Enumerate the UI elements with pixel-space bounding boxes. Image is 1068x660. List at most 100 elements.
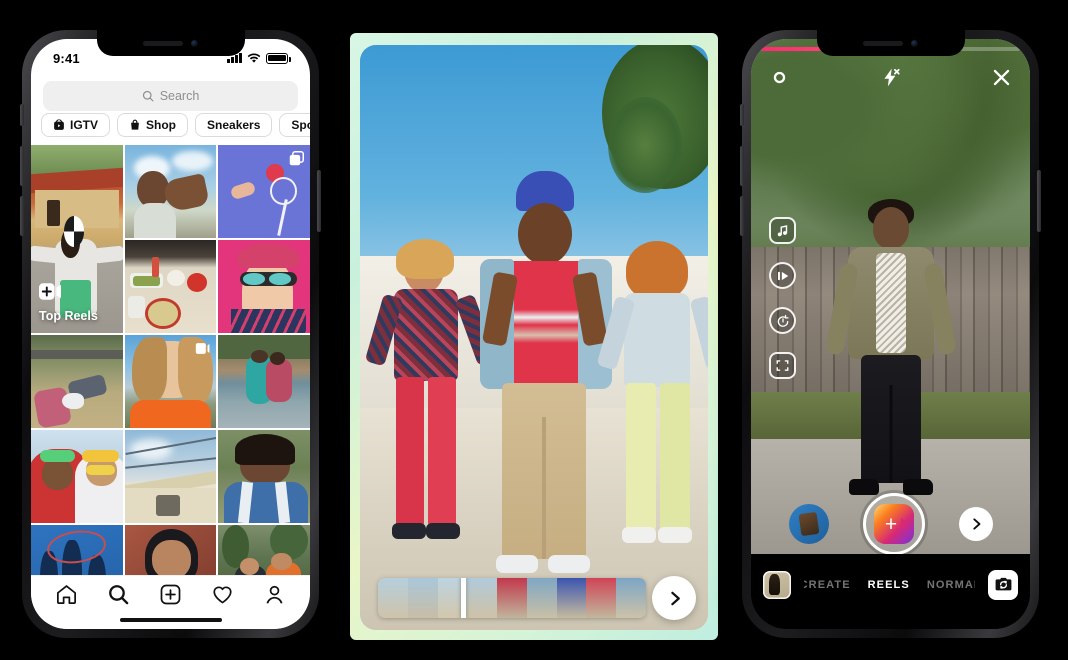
- grid-cell-house-roof-sky[interactable]: [124, 430, 217, 523]
- volume-up-button[interactable]: [740, 146, 744, 186]
- timeline-frame[interactable]: [556, 578, 587, 618]
- grid-cell-lacrosse-ball[interactable]: [218, 145, 310, 238]
- timeline-playhead[interactable]: [461, 578, 467, 618]
- chip-label: Sports: [291, 118, 310, 132]
- audio-icon[interactable]: [769, 217, 796, 244]
- timeline-frame[interactable]: [378, 578, 408, 618]
- top-reels-tag[interactable]: Top Reels: [39, 283, 98, 323]
- grid-cell-woman-hijab[interactable]: [124, 525, 217, 575]
- next-arrow-button[interactable]: [652, 576, 696, 620]
- next-arrow-button[interactable]: [958, 507, 993, 541]
- profile-icon[interactable]: [263, 583, 286, 611]
- mode-selector[interactable]: IVE CREATE REELS NORMAL BO: [804, 579, 975, 591]
- front-camera-icon: [911, 39, 918, 47]
- subject-head: [872, 207, 909, 250]
- phone-camera-screen: + IVE CREATE REELS: [751, 39, 1030, 629]
- timeline-frame[interactable]: [467, 578, 498, 618]
- notch: [96, 30, 245, 56]
- timeline-frame[interactable]: [497, 578, 527, 618]
- reels-video-card[interactable]: [360, 45, 708, 630]
- chip-shop[interactable]: Shop: [117, 113, 189, 137]
- home-icon[interactable]: [55, 583, 78, 611]
- gallery-thumbnail[interactable]: [763, 570, 791, 599]
- chip-sports[interactable]: Sports: [279, 113, 310, 137]
- grid-cell-court-shadows[interactable]: [31, 525, 123, 575]
- earpiece-speaker: [863, 40, 903, 46]
- mode-create[interactable]: CREATE: [804, 579, 851, 591]
- mode-normal[interactable]: NORMAL: [927, 579, 975, 591]
- record-button[interactable]: +: [862, 493, 925, 555]
- grid-cell-man-high-five[interactable]: [124, 145, 217, 238]
- home-indicator[interactable]: [119, 618, 222, 622]
- gallery-preview-circle[interactable]: [788, 504, 829, 544]
- mute-switch[interactable]: [20, 104, 24, 126]
- phone-reels-camera: + IVE CREATE REELS: [740, 30, 1041, 638]
- search-icon[interactable]: [107, 583, 130, 611]
- igtv-icon: [54, 119, 64, 130]
- subject-shirt: [875, 253, 906, 354]
- grid-cell-two-girls-river[interactable]: [218, 335, 310, 428]
- timer-icon[interactable]: [769, 307, 796, 334]
- wifi-icon: [247, 53, 261, 63]
- grid-cell-picnic-grass[interactable]: [31, 335, 123, 428]
- search-input[interactable]: Search: [43, 81, 298, 111]
- grid-cell-woman-blue-overalls[interactable]: [218, 430, 310, 523]
- timeline-frame[interactable]: [407, 578, 438, 618]
- grid-cell-friends-red-hoodie[interactable]: [31, 430, 123, 523]
- grid-cell-couple-trees[interactable]: [218, 525, 310, 575]
- heart-icon[interactable]: [211, 583, 234, 611]
- top-reels-label: Top Reels: [39, 309, 98, 323]
- video-timeline-scrubber[interactable]: [378, 578, 646, 618]
- viewfinder-subject: [824, 199, 957, 537]
- camera-capture-controls[interactable]: +: [751, 493, 1030, 555]
- subject-pants: [860, 355, 921, 484]
- dancer-right: [596, 241, 708, 577]
- chip-igtv[interactable]: IGTV: [41, 113, 111, 137]
- settings-icon[interactable]: [769, 67, 790, 93]
- chip-label: IGTV: [70, 118, 99, 132]
- camera-flip-icon[interactable]: [988, 569, 1018, 600]
- close-icon[interactable]: [991, 67, 1012, 93]
- battery-icon: [266, 52, 291, 64]
- volume-up-button[interactable]: [20, 146, 24, 186]
- grid-cell-woman-sunglasses[interactable]: [218, 240, 310, 333]
- volume-down-button[interactable]: [740, 196, 744, 236]
- timeline-frame[interactable]: [616, 578, 646, 618]
- camera-mode-bar[interactable]: IVE CREATE REELS NORMAL BO: [751, 554, 1030, 629]
- timeline-frame[interactable]: [586, 578, 617, 618]
- chevron-right-icon: [972, 518, 980, 530]
- carousel-icon: [289, 150, 304, 171]
- video-camera-icon: [900, 518, 909, 530]
- phone-reels-preview: [350, 33, 718, 640]
- speed-icon[interactable]: [769, 262, 796, 289]
- search-placeholder: Search: [159, 89, 200, 103]
- category-chips[interactable]: IGTV Shop Sneakers Sports: [31, 113, 310, 141]
- phone-explore-screen: 9:41 Search IGTV Shop Sneakers Sp Top Re…: [31, 39, 310, 629]
- search-icon: [142, 90, 154, 102]
- align-icon[interactable]: [769, 352, 796, 379]
- grid-cell-house-soccer-kid[interactable]: Top Reels: [31, 145, 123, 333]
- add-post-icon[interactable]: [159, 583, 182, 611]
- earpiece-speaker: [143, 40, 183, 46]
- shopping-bag-icon: [131, 119, 139, 130]
- status-time: 9:41: [53, 50, 80, 66]
- grid-cell-teen-orange-shirt[interactable]: [124, 335, 217, 428]
- timeline-frame[interactable]: [526, 578, 557, 618]
- explore-app: 9:41 Search IGTV Shop Sneakers Sp Top Re…: [31, 39, 310, 629]
- mute-switch[interactable]: [740, 104, 744, 126]
- flash-off-icon[interactable]: [880, 67, 901, 93]
- volume-down-button[interactable]: [20, 196, 24, 236]
- chip-sneakers[interactable]: Sneakers: [195, 113, 273, 137]
- grid-cell-food-flatlay[interactable]: [124, 240, 217, 333]
- explore-grid[interactable]: Top Reels: [31, 145, 310, 575]
- plus-icon: +: [884, 512, 898, 536]
- power-button[interactable]: [317, 170, 321, 232]
- camera-tool-rail[interactable]: [769, 217, 796, 379]
- chip-label: Shop: [146, 118, 177, 132]
- dancer-left: [364, 239, 498, 577]
- phone-explore: 9:41 Search IGTV Shop Sneakers Sp Top Re…: [20, 30, 321, 638]
- front-camera-icon: [191, 39, 198, 47]
- mode-reels[interactable]: REELS: [868, 579, 910, 591]
- record-button-inner: +: [873, 504, 914, 544]
- power-button[interactable]: [1037, 170, 1041, 232]
